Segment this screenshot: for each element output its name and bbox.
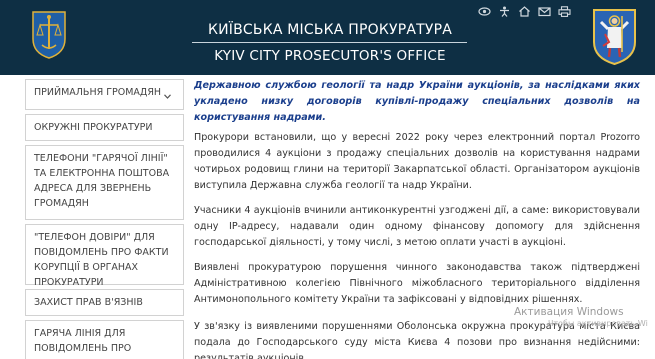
article-paragraph: Учасники 4 аукціонів вчинили антиконкуре… <box>194 205 640 248</box>
sidebar-item-label: ЗАХИСТ ПРАВ В'ЯЗНІВ <box>34 297 143 308</box>
sidebar-item-label: ТЕЛЕФОНИ "ГАРЯЧОЇ ЛІНІЇ" ТА ЕЛЕКТРОННА П… <box>34 153 170 209</box>
site-header: КИЇВСЬКА МІСЬКА ПРОКУРАТУРА KYIV CITY PR… <box>0 0 655 75</box>
sidebar-item-label: ПРИЙМАЛЬНЯ ГРОМАДЯН <box>34 87 162 98</box>
sidebar-item-citizens-reception[interactable]: ПРИЙМАЛЬНЯ ГРОМАДЯН <box>25 79 184 110</box>
article-paragraph: Виявлені прокуратурою порушення чинного … <box>194 262 640 305</box>
sidebar-item-hotline-reports[interactable]: ГАРЯЧА ЛІНІЯ ДЛЯ ПОВІДОМЛЕНЬ ПРО <box>25 320 184 359</box>
eye-icon[interactable] <box>478 6 491 17</box>
sidebar-item-hotline-phones[interactable]: ТЕЛЕФОНИ "ГАРЯЧОЇ ЛІНІЇ" ТА ЕЛЕКТРОННА П… <box>25 145 184 220</box>
site-title-ua: КИЇВСЬКА МІСЬКА ПРОКУРАТУРА <box>207 22 453 38</box>
kyiv-coat-of-arms-icon[interactable] <box>591 8 638 66</box>
accessibility-icon[interactable] <box>498 6 511 17</box>
sidebar-item-label: ГАРЯЧА ЛІНІЯ ДЛЯ ПОВІДОМЛЕНЬ ПРО <box>34 328 132 354</box>
article-lead: Державною службою геології та надр Украї… <box>194 80 640 123</box>
sidebar-item-trust-phone[interactable]: "ТЕЛЕФОН ДОВІРИ" ДЛЯ ПОВІДОМЛЕНЬ ПРО ФАК… <box>25 224 184 288</box>
windows-activation-hint: Чтобы активировать Windows, перейдите в … <box>548 319 648 328</box>
utility-toolbar <box>478 6 571 17</box>
article-paragraph: Прокурори встановили, що у вересні 2022 … <box>194 132 640 191</box>
windows-activation-watermark: Активация Windows <box>514 306 624 318</box>
sidebar-item-district-prosecutors[interactable]: ОКРУЖНІ ПРОКУРАТУРИ <box>25 114 184 141</box>
prosecutor-emblem-icon[interactable] <box>30 9 68 59</box>
print-icon[interactable] <box>558 6 571 17</box>
mail-icon[interactable] <box>538 6 551 17</box>
site-title-en: KYIV CITY PROSECUTOR'S OFFICE <box>214 48 446 64</box>
chevron-down-icon[interactable] <box>164 89 171 104</box>
sidebar-item-label: "ТЕЛЕФОН ДОВІРИ" ДЛЯ ПОВІДОМЛЕНЬ ПРО ФАК… <box>34 232 169 288</box>
header-divider <box>192 42 467 43</box>
home-icon[interactable] <box>518 6 531 17</box>
sidebar-item-prisoner-rights[interactable]: ЗАХИСТ ПРАВ В'ЯЗНІВ <box>25 289 184 316</box>
sidebar-item-label: ОКРУЖНІ ПРОКУРАТУРИ <box>34 122 153 133</box>
